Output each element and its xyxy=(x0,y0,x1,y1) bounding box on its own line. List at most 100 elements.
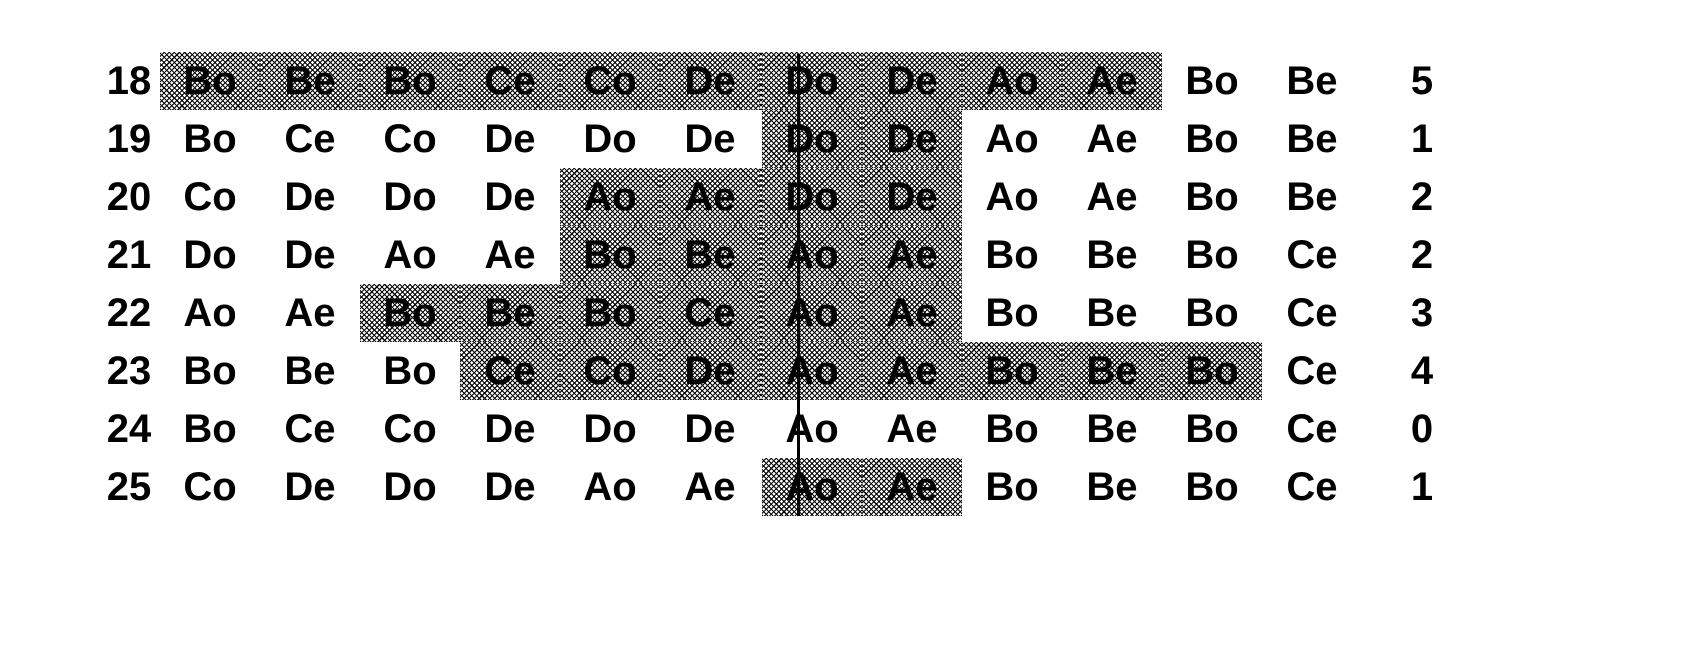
genotype-cell: De xyxy=(484,464,536,509)
genotype-cell: De xyxy=(484,116,536,161)
table-row: 25 Co De Do De Ao Ae Ao Ae Bo Be Bo Ce 1 xyxy=(98,458,1482,516)
genotype-cell: Bo xyxy=(985,406,1039,451)
genotype-cell: Ce xyxy=(1286,348,1338,393)
genotype-cell: De xyxy=(684,116,736,161)
genotype-cell: Ao xyxy=(762,226,862,284)
genotype-cell: Co xyxy=(383,406,437,451)
genotype-cell: Bo xyxy=(560,284,660,342)
genotype-cell: Ce xyxy=(1286,406,1338,451)
row-count: 3 xyxy=(1410,290,1434,335)
table-row: 24 Bo Ce Co De Do De Ao Ae Bo Be Bo Ce 0 xyxy=(98,400,1482,458)
table-row: 20 Co De Do De Ao Ae Do De Ao Ae Bo Be 2 xyxy=(98,168,1482,226)
genotype-cell: Bo xyxy=(183,406,237,451)
table-row: 19 Bo Ce Co De Do De Do De Ao Ae Bo Be 1 xyxy=(98,110,1482,168)
genotype-cell: Ce xyxy=(660,284,760,342)
genotype-cell: Ae xyxy=(862,226,962,284)
row-count: 5 xyxy=(1410,58,1434,103)
genotype-cell: Bo xyxy=(962,342,1062,400)
genotype-cell: Bo xyxy=(1185,58,1239,103)
genotype-cell: Ce xyxy=(460,342,560,400)
genotype-cell: Ae xyxy=(862,458,962,516)
genotype-cell: De xyxy=(484,174,536,219)
genotype-cell: Ce xyxy=(1286,232,1338,277)
row-count: 1 xyxy=(1410,116,1434,161)
genotype-cell: Ce xyxy=(460,52,560,110)
genotype-cell: Bo xyxy=(985,290,1039,335)
genotype-cell: Bo xyxy=(985,232,1039,277)
genotype-cell: Co xyxy=(183,174,237,219)
genotype-cell: De xyxy=(484,406,536,451)
genotype-cell: Ce xyxy=(284,116,336,161)
genotype-cell: Do xyxy=(583,406,637,451)
genotype-cell: Do xyxy=(762,52,862,110)
genotype-cell: Bo xyxy=(985,464,1039,509)
genotype-cell: De xyxy=(284,174,336,219)
genotype-cell: De xyxy=(284,232,336,277)
genotype-cell: Ao xyxy=(762,284,862,342)
genotype-cell: Ao xyxy=(962,52,1062,110)
genotype-cell: Bo xyxy=(160,52,260,110)
table-row: 18 Bo Be Bo Ce Co De Do De Ao Ae Bo Be 5 xyxy=(98,52,1482,110)
genotype-cell: Ae xyxy=(284,290,336,335)
genotype-cell: Do xyxy=(583,116,637,161)
row-number: 24 xyxy=(106,406,152,451)
row-number: 25 xyxy=(106,464,152,509)
genotype-cell: De xyxy=(862,110,962,168)
genotype-cell: Bo xyxy=(183,348,237,393)
genotype-cell: Ae xyxy=(886,406,938,451)
genotype-cell: Ao xyxy=(183,290,237,335)
genotype-cell: Bo xyxy=(1185,232,1239,277)
genotype-cell: Bo xyxy=(1185,406,1239,451)
genotype-cell: Ao xyxy=(583,464,637,509)
genotype-cell: Do xyxy=(762,110,862,168)
genotype-cell: Ao xyxy=(762,342,862,400)
genotype-cell: Be xyxy=(284,348,336,393)
genotype-cell: Bo xyxy=(1185,116,1239,161)
genotype-cell: Ao xyxy=(985,174,1039,219)
row-number: 21 xyxy=(106,232,152,277)
genotype-cell: Ae xyxy=(1062,52,1162,110)
genotype-cell: Ce xyxy=(1286,290,1338,335)
genotype-cell: Be xyxy=(1086,406,1138,451)
genotype-cell: Co xyxy=(183,464,237,509)
genotype-cell: Do xyxy=(762,168,862,226)
genotype-cell: Bo xyxy=(1162,342,1262,400)
genotype-cell: Ce xyxy=(284,406,336,451)
genotype-cell: Be xyxy=(260,52,360,110)
genotype-cell: De xyxy=(862,52,962,110)
genotype-cell: De xyxy=(660,342,760,400)
table-row: 21 Do De Ao Ae Bo Be Ao Ae Bo Be Bo Ce 2 xyxy=(98,226,1482,284)
genotype-cell: Be xyxy=(1286,58,1338,103)
genotype-cell: De xyxy=(284,464,336,509)
genotype-cell: Bo xyxy=(1185,290,1239,335)
row-number: 18 xyxy=(106,58,152,103)
genotype-cell: De xyxy=(684,406,736,451)
genotype-cell: Bo xyxy=(560,226,660,284)
genotype-cell: De xyxy=(660,52,760,110)
genotype-cell: De xyxy=(862,168,962,226)
genotype-cell: Co xyxy=(383,116,437,161)
genotype-cell: Ao xyxy=(762,458,862,516)
genotype-cell: Be xyxy=(1086,232,1138,277)
table-row: 22 Ao Ae Bo Be Bo Ce Ao Ae Bo Be Bo Ce 3 xyxy=(98,284,1482,342)
genotype-cell: Bo xyxy=(383,348,437,393)
genotype-cell: Ao xyxy=(383,232,437,277)
genotype-cell: Be xyxy=(460,284,560,342)
genotype-cell: Be xyxy=(1286,116,1338,161)
genotype-cell: Bo xyxy=(1185,464,1239,509)
genotype-cell: Bo xyxy=(1185,174,1239,219)
genotype-cell: Be xyxy=(1286,174,1338,219)
table-row: 23 Bo Be Bo Ce Co De Ao Ae Bo Be Bo Ce 4 xyxy=(98,342,1482,400)
genotype-cell: Ao xyxy=(560,168,660,226)
genotype-cell: Co xyxy=(560,52,660,110)
genotype-cell: Bo xyxy=(183,116,237,161)
row-count: 2 xyxy=(1410,174,1434,219)
genotype-cell: Bo xyxy=(360,52,460,110)
genotype-cell: Be xyxy=(1086,464,1138,509)
genotype-cell: Do xyxy=(183,232,237,277)
genotype-cell: Co xyxy=(560,342,660,400)
genotype-table: 18 Bo Be Bo Ce Co De Do De Ao Ae Bo Be 5 19 Bo Ce Co De Do D… xyxy=(98,52,1482,516)
genotype-cell: Do xyxy=(383,174,437,219)
genotype-cell: Do xyxy=(383,464,437,509)
genotype-cell: Ae xyxy=(1086,174,1138,219)
